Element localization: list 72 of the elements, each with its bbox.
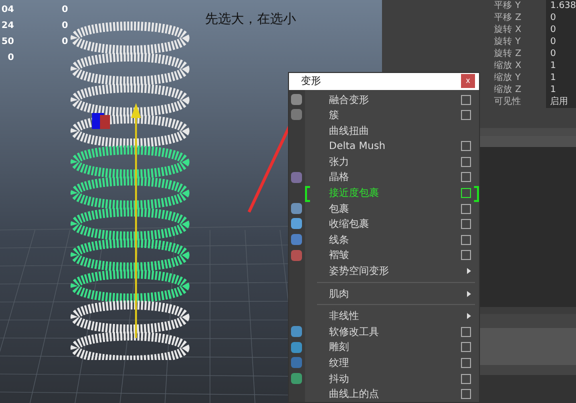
option-checkbox[interactable] bbox=[461, 188, 471, 198]
deformer-icon bbox=[291, 357, 302, 368]
option-checkbox[interactable] bbox=[461, 250, 471, 260]
deformer-icon bbox=[291, 218, 302, 230]
option-checkbox[interactable] bbox=[461, 234, 471, 245]
channel-label: 可见性 bbox=[494, 96, 522, 108]
option-checkbox[interactable] bbox=[461, 358, 471, 368]
menu-item[interactable]: 收缩包裹 bbox=[305, 216, 479, 232]
channel-label: 旋转 Z bbox=[494, 48, 522, 60]
bracket-icon bbox=[305, 186, 310, 202]
option-checkbox[interactable] bbox=[461, 156, 471, 167]
channel-value[interactable]: 1 bbox=[546, 60, 576, 72]
menu-item[interactable]: 曲线扭曲 bbox=[305, 122, 479, 138]
menu-item[interactable]: 软修改工具 bbox=[305, 324, 479, 340]
channel-value[interactable]: 0 bbox=[546, 36, 576, 48]
submenu-arrow-icon bbox=[467, 313, 471, 320]
menu-item[interactable]: 褶皱 bbox=[305, 248, 479, 264]
close-button[interactable]: x bbox=[461, 74, 475, 88]
channel-label: 缩放 X bbox=[494, 60, 522, 72]
menu-item[interactable]: 曲线上的点 bbox=[305, 386, 479, 402]
option-checkbox[interactable] bbox=[461, 326, 471, 337]
submenu-arrow-icon bbox=[467, 290, 471, 297]
menu-item[interactable]: 晶格 bbox=[305, 170, 479, 186]
menu-item[interactable]: 抖动 bbox=[305, 370, 479, 386]
hud-number: 0 bbox=[6, 52, 14, 65]
hud-number: 0 bbox=[60, 36, 68, 49]
option-checkbox[interactable] bbox=[461, 110, 471, 120]
menu-item[interactable]: 包裹 bbox=[305, 200, 479, 216]
channel-value[interactable]: 1.638 bbox=[546, 0, 576, 12]
menu-item[interactable]: 张力 bbox=[305, 154, 479, 170]
channel-value[interactable]: 启用 bbox=[546, 96, 576, 108]
deformer-icon bbox=[291, 234, 302, 246]
channel-label: 旋转 Y bbox=[494, 36, 522, 48]
channel-label: 旋转 X bbox=[494, 24, 522, 36]
hud-number: 24 bbox=[0, 20, 14, 33]
menu-item[interactable]: 接近度包裹 bbox=[305, 185, 479, 201]
menu-item[interactable]: 融合变形 bbox=[305, 92, 479, 108]
menu-item[interactable]: 线条 bbox=[305, 232, 479, 248]
bracket-icon bbox=[474, 186, 479, 202]
hud-number: 0 bbox=[60, 4, 68, 17]
deformer-icon bbox=[291, 326, 302, 338]
channel-label: 缩放 Z bbox=[494, 84, 522, 96]
option-checkbox[interactable] bbox=[461, 219, 471, 230]
option-checkbox[interactable] bbox=[461, 389, 471, 400]
option-checkbox[interactable] bbox=[461, 94, 471, 105]
option-checkbox[interactable] bbox=[461, 374, 471, 384]
channel-label: 平移 Y bbox=[494, 0, 522, 12]
channel-value[interactable]: 1 bbox=[546, 84, 576, 96]
hud-number: 50 bbox=[0, 36, 14, 49]
menu-title: 变形 bbox=[301, 74, 321, 88]
menu-item[interactable]: 雕刻 bbox=[305, 340, 479, 356]
channel-value[interactable]: 1 bbox=[546, 72, 576, 84]
menu-item[interactable]: 非线性 bbox=[305, 308, 479, 324]
menu-item[interactable]: 纹理 bbox=[305, 355, 479, 371]
menu-item[interactable]: 姿势空间变形 bbox=[305, 263, 479, 279]
menu-item[interactable]: 肌肉 bbox=[305, 286, 479, 302]
option-checkbox[interactable] bbox=[461, 172, 471, 182]
option-checkbox[interactable] bbox=[461, 141, 471, 152]
menu-item[interactable]: 簇 bbox=[305, 107, 479, 123]
channel-value[interactable]: 0 bbox=[546, 48, 576, 60]
channel-value[interactable]: 0 bbox=[546, 24, 576, 36]
deformer-icon bbox=[291, 109, 302, 120]
channel-label: 平移 Z bbox=[494, 12, 522, 24]
hud-number: 04 bbox=[0, 4, 14, 17]
submenu-arrow-icon bbox=[467, 268, 471, 274]
channel-label: 缩放 Y bbox=[494, 72, 522, 84]
annotation-text: 先选大，在选小 bbox=[205, 11, 296, 28]
option-checkbox[interactable] bbox=[461, 204, 471, 214]
option-checkbox[interactable] bbox=[461, 342, 471, 352]
channel-value[interactable]: 0 bbox=[546, 12, 576, 24]
hud-number: 0 bbox=[60, 20, 68, 33]
menu-item[interactable]: Delta Mush bbox=[305, 138, 479, 154]
